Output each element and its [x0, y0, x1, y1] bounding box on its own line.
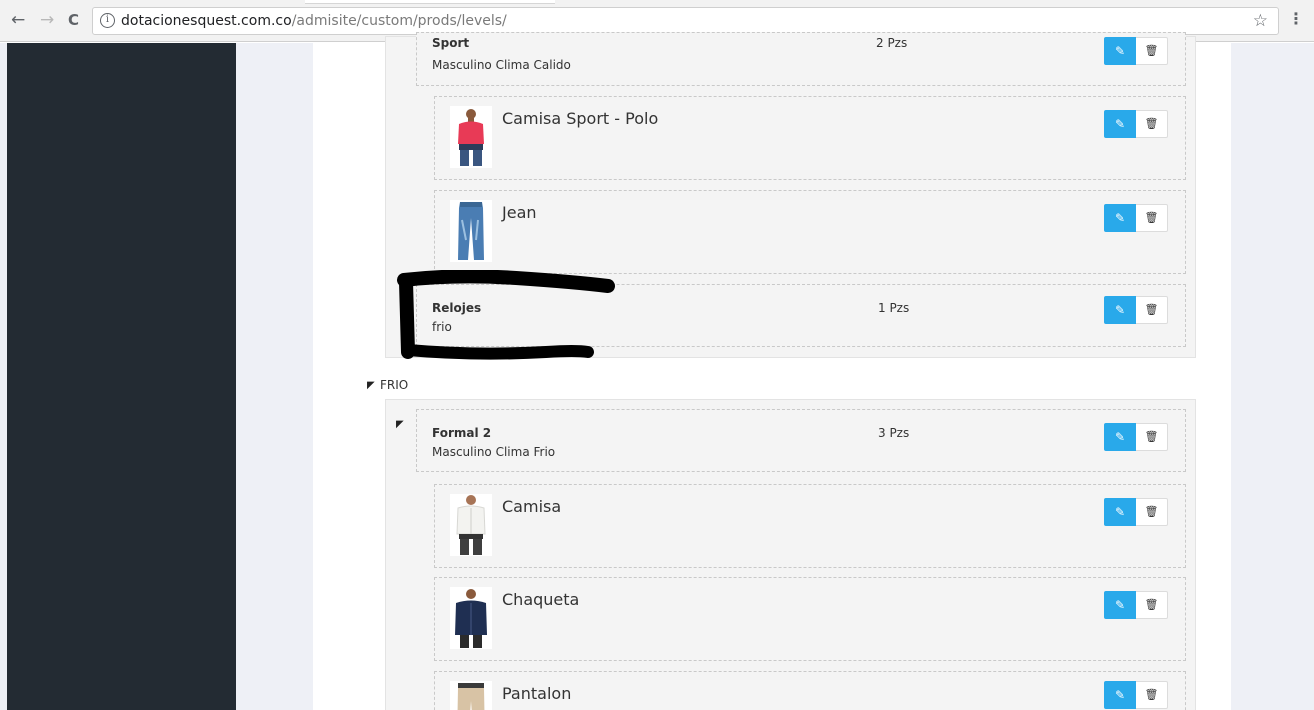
- edit-button[interactable]: ✎: [1104, 591, 1136, 619]
- info-icon[interactable]: i: [100, 13, 115, 28]
- delete-button[interactable]: 🗑: [1136, 204, 1168, 232]
- page-background-right: [1231, 43, 1314, 710]
- collapse-caret-icon[interactable]: ◤: [367, 381, 375, 391]
- polo-shirt-man-image: [450, 106, 492, 168]
- row-actions: ✎ 🗑: [1104, 681, 1168, 709]
- edit-button[interactable]: ✎: [1104, 423, 1136, 451]
- row-actions: ✎ 🗑: [1104, 591, 1168, 619]
- product-row: Chaqueta ✎ 🗑: [434, 577, 1186, 661]
- browser-tab[interactable]: [305, 0, 555, 4]
- page-background: [0, 43, 7, 710]
- product-name: Chaqueta: [502, 590, 580, 609]
- edit-button[interactable]: ✎: [1104, 204, 1136, 232]
- group-title: Sport: [432, 36, 470, 50]
- product-name: Camisa Sport - Polo: [502, 109, 659, 128]
- group-row-formal: Formal 2 Masculino Clima Frio 3 Pzs ✎ 🗑: [416, 409, 1186, 472]
- product-row: Camisa Sport - Polo ✎ 🗑: [434, 96, 1186, 180]
- white-shirt-man-image: [450, 494, 492, 556]
- url-host: dotacionesquest.com.co: [121, 13, 292, 29]
- delete-button[interactable]: 🗑: [1136, 498, 1168, 526]
- jacket-man-image: [450, 587, 492, 649]
- admin-sidebar: [7, 43, 236, 710]
- edit-button[interactable]: ✎: [1104, 110, 1136, 138]
- group-subtitle: Masculino Clima Frio: [432, 445, 556, 459]
- pants-image: [450, 681, 492, 710]
- group-title: Formal 2: [432, 426, 492, 440]
- group-row-sport: Sport Masculino Clima Calido 2 Pzs ✎ 🗑: [416, 32, 1186, 86]
- address-bar[interactable]: i dotacionesquest.com.co/admisite/custom…: [92, 7, 1279, 35]
- product-row: Pantalon ✎ 🗑: [434, 671, 1186, 710]
- delete-button[interactable]: 🗑: [1136, 423, 1168, 451]
- row-actions: ✎ 🗑: [1104, 37, 1168, 65]
- product-name: Camisa: [502, 497, 562, 516]
- row-actions: ✎ 🗑: [1104, 498, 1168, 526]
- url-path: /admisite/custom/prods/levels/: [291, 13, 507, 29]
- back-icon[interactable]: ←: [11, 11, 25, 29]
- redaction-mark: [397, 270, 615, 360]
- group-quantity: 3 Pzs: [878, 426, 910, 440]
- row-actions: ✎ 🗑: [1104, 204, 1168, 232]
- product-name: Pantalon: [502, 684, 572, 703]
- group-quantity: 2 Pzs: [876, 36, 908, 50]
- product-row: Jean ✎ 🗑: [434, 190, 1186, 274]
- edit-button[interactable]: ✎: [1104, 37, 1136, 65]
- edit-button[interactable]: ✎: [1104, 498, 1136, 526]
- group-subtitle: Masculino Clima Calido: [432, 58, 571, 72]
- page-background-left: [236, 43, 313, 710]
- delete-button[interactable]: 🗑: [1136, 37, 1168, 65]
- browser-menu-icon[interactable]: ⋮: [1288, 10, 1304, 28]
- level-label[interactable]: FRIO: [380, 378, 408, 392]
- group-quantity: 1 Pzs: [878, 301, 910, 315]
- jeans-image: [450, 200, 492, 262]
- product-name: Jean: [502, 203, 537, 222]
- collapse-caret-icon[interactable]: ◤: [396, 420, 404, 430]
- reload-icon[interactable]: C: [68, 11, 79, 29]
- forward-icon[interactable]: →: [40, 11, 54, 29]
- row-actions: ✎ 🗑: [1104, 296, 1168, 324]
- row-actions: ✎ 🗑: [1104, 110, 1168, 138]
- row-actions: ✎ 🗑: [1104, 423, 1168, 451]
- delete-button[interactable]: 🗑: [1136, 591, 1168, 619]
- product-row: Camisa ✎ 🗑: [434, 484, 1186, 568]
- delete-button[interactable]: 🗑: [1136, 110, 1168, 138]
- edit-button[interactable]: ✎: [1104, 296, 1136, 324]
- url-text[interactable]: dotacionesquest.com.co/admisite/custom/p…: [121, 13, 507, 30]
- bookmark-star-icon[interactable]: ☆: [1253, 11, 1268, 31]
- edit-button[interactable]: ✎: [1104, 681, 1136, 709]
- delete-button[interactable]: 🗑: [1136, 681, 1168, 709]
- delete-button[interactable]: 🗑: [1136, 296, 1168, 324]
